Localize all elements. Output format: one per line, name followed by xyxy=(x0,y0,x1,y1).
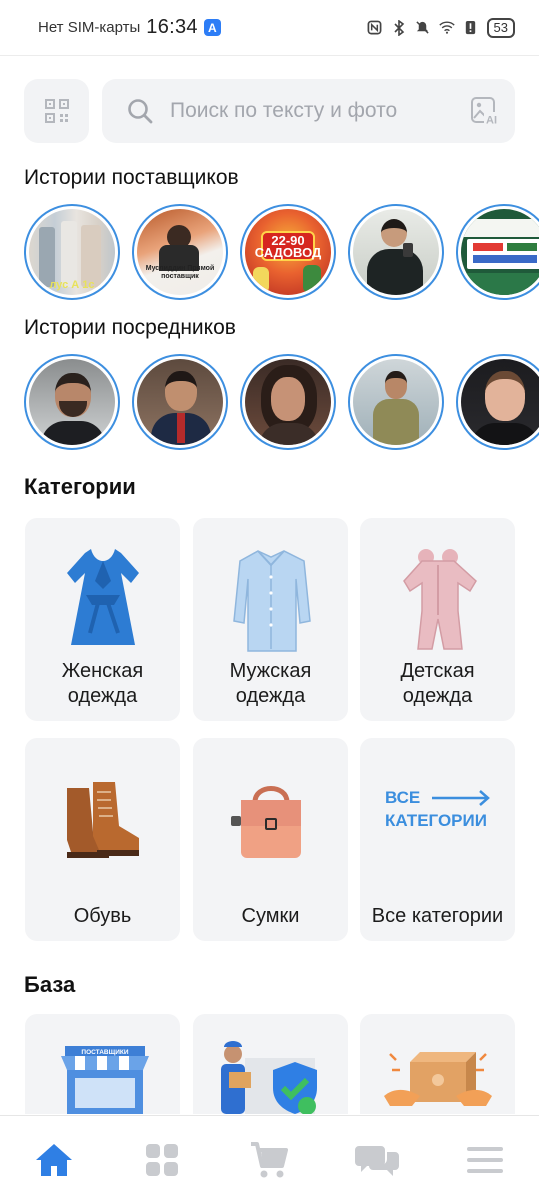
store-sign-text: ПОСТАВЩИКИ xyxy=(81,1049,128,1056)
supplier-stories-title: Истории поставщиков xyxy=(24,166,239,189)
story-caption: Муслиддин Прямой поставщик xyxy=(145,265,215,280)
category-shoes[interactable]: Обувь xyxy=(25,738,180,941)
battery-indicator: 53 xyxy=(486,17,515,38)
shirt-icon xyxy=(193,538,348,658)
story-image: лус А 1с xyxy=(29,209,115,295)
qr-scan-button[interactable] xyxy=(24,79,89,143)
carrier-label: Нет SIM-карты xyxy=(38,19,141,36)
nav-menu[interactable] xyxy=(455,1138,515,1182)
category-womens-clothing[interactable]: Женская одежда xyxy=(25,518,180,721)
category-mens-clothing[interactable]: Мужская одежда xyxy=(193,518,348,721)
avatar xyxy=(245,359,331,445)
boots-icon xyxy=(25,758,180,878)
category-label: Все категории xyxy=(371,905,504,927)
intermediary-stories-row[interactable] xyxy=(24,354,539,450)
story-caption: лус А 1с xyxy=(49,279,95,291)
base-card-delivery[interactable] xyxy=(360,1014,515,1114)
search-input[interactable] xyxy=(170,99,469,123)
categories-title: Категории xyxy=(24,474,136,499)
baby-romper-icon xyxy=(360,538,515,658)
avatar xyxy=(461,359,539,445)
status-bar: Нет SIM-карты 16:34 A 53 xyxy=(0,0,539,56)
svg-text:AI: AI xyxy=(486,115,497,127)
arrow-right-icon xyxy=(432,789,491,806)
nav-home[interactable] xyxy=(24,1138,84,1182)
intermediary-stories-title: Истории посредников xyxy=(24,316,236,339)
story-image: 22-90 САДОВОД xyxy=(245,209,331,295)
nfc-icon xyxy=(367,20,383,36)
bluetooth-icon xyxy=(391,19,407,36)
cart-icon xyxy=(251,1142,289,1178)
story-intermediary-2[interactable] xyxy=(132,354,228,450)
qr-code-icon xyxy=(44,99,69,123)
alert-icon xyxy=(463,20,479,36)
story-caption: 22-90 САДОВОД xyxy=(254,233,322,260)
home-icon xyxy=(35,1144,72,1176)
catalog-grid-icon xyxy=(145,1144,178,1176)
nav-chat[interactable] xyxy=(347,1138,407,1182)
appstore-notification-icon: A xyxy=(203,19,221,36)
base-title: База xyxy=(24,972,76,997)
category-all[interactable]: ВСЕ КАТЕГОРИИ Все категории xyxy=(360,738,515,941)
supplier-stories-row[interactable]: лус А 1с Муслиддин Прямой поставщик 22-9… xyxy=(24,204,539,300)
wifi-icon xyxy=(438,20,455,36)
suppliers-store-icon: ПОСТАВЩИКИ xyxy=(61,1046,149,1114)
story-intermediary-1[interactable] xyxy=(24,354,120,450)
category-label: Детская одежда xyxy=(400,660,475,707)
story-intermediary-4[interactable] xyxy=(348,354,444,450)
mute-bell-icon xyxy=(415,20,431,36)
nav-cart[interactable] xyxy=(239,1138,299,1182)
story-muslidin-supplier[interactable]: Муслиддин Прямой поставщик xyxy=(132,204,228,300)
dress-icon xyxy=(25,538,180,658)
search-icon xyxy=(128,99,153,124)
bottom-navigation xyxy=(0,1115,539,1200)
all-categories-badge-line1: ВСЕ xyxy=(385,788,421,807)
category-label: Сумки xyxy=(241,905,300,927)
clock: 16:34 xyxy=(146,16,198,38)
avatar xyxy=(137,359,223,445)
category-label: Обувь xyxy=(73,905,132,927)
all-categories-badge: ВСЕ КАТЕГОРИИ xyxy=(360,784,515,834)
chat-bubbles-icon xyxy=(355,1146,400,1176)
story-intermediary-5[interactable] xyxy=(456,354,539,450)
avatar xyxy=(353,359,439,445)
story-intermediary-3[interactable] xyxy=(240,354,336,450)
story-image xyxy=(461,209,539,295)
base-card-guarantee[interactable] xyxy=(193,1014,348,1114)
delivery-guarantee-icon xyxy=(221,1041,317,1114)
all-categories-badge-line2: КАТЕГОРИИ xyxy=(385,811,487,830)
story-image: Муслиддин Прямой поставщик xyxy=(137,209,223,295)
category-bags[interactable]: Сумки xyxy=(193,738,348,941)
story-young-man-supplier[interactable] xyxy=(348,204,444,300)
avatar xyxy=(29,359,115,445)
story-image xyxy=(353,209,439,295)
nav-catalog[interactable] xyxy=(132,1138,192,1182)
story-textile-supplier[interactable]: лус А 1с xyxy=(24,204,120,300)
category-kids-clothing[interactable]: Детская одежда xyxy=(360,518,515,721)
hamburger-menu-icon xyxy=(467,1147,504,1173)
search-bar[interactable]: AI xyxy=(102,79,515,143)
story-store-sign-supplier[interactable] xyxy=(456,204,539,300)
base-card-suppliers[interactable]: ПОСТАВЩИКИ xyxy=(25,1014,180,1114)
story-sadovod-prices[interactable]: 22-90 САДОВОД xyxy=(240,204,336,300)
status-icons: 53 xyxy=(367,17,515,38)
category-label: Женская одежда xyxy=(61,660,144,707)
ai-image-search-icon[interactable]: AI xyxy=(469,95,501,127)
package-hands-icon xyxy=(384,1052,492,1106)
bag-icon xyxy=(193,758,348,878)
category-label: Мужская одежда xyxy=(229,660,312,707)
